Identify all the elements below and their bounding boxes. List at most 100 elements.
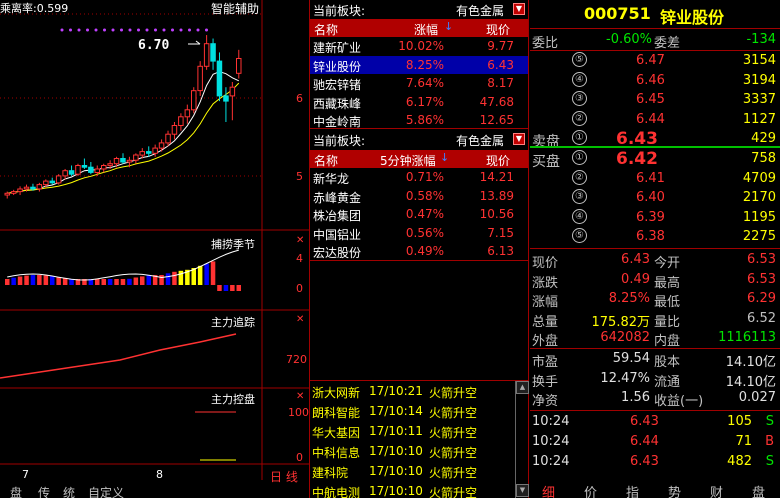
- news-row[interactable]: 华大基因 17/10:11 火箭升空: [310, 421, 515, 441]
- news-row[interactable]: 中科信息 17/10:10 火箭升空: [310, 441, 515, 461]
- tab-price[interactable]: 价: [584, 482, 597, 498]
- news-row[interactable]: 建科院 17/10:10 火箭升空: [310, 461, 515, 481]
- sector2-header: 当前板块: 有色金属 ▼: [310, 130, 528, 148]
- season-bar: [107, 279, 113, 285]
- orderbook-row[interactable]: ④ 6.46 3194: [530, 71, 780, 91]
- candle-body: [94, 168, 100, 173]
- quote-stat-row: 涨跌 0.49 最高 6.53: [530, 270, 780, 291]
- orderbook-row[interactable]: ⑤ 6.47 3154: [530, 51, 780, 71]
- news-row[interactable]: 中航电测 17/10:10 火箭升空: [310, 481, 515, 498]
- stock-list-row[interactable]: 中金岭南 5.86% 12.65: [310, 111, 528, 129]
- signal-dot: [188, 28, 191, 32]
- news-scrollbar[interactable]: ▲ ▼: [515, 381, 529, 498]
- tab-detail[interactable]: 细: [542, 482, 555, 498]
- x-tick: 7: [22, 468, 29, 481]
- close-icon[interactable]: ✕: [296, 391, 304, 402]
- signal-dot: [196, 28, 200, 32]
- level-icon: ②: [572, 110, 587, 126]
- assist-label[interactable]: 智能辅助: [211, 0, 259, 17]
- news-tag: 火箭升空: [429, 406, 478, 420]
- stat-label: 最高: [654, 275, 681, 291]
- stock-list-row[interactable]: 新华龙 0.71% 14.21: [310, 168, 528, 186]
- level-icon: ⑤: [572, 228, 587, 243]
- level-icon: ⑤: [572, 52, 587, 67]
- row-name: 驰宏锌锗: [313, 78, 362, 92]
- news-row[interactable]: 浙大网新 17/10:21 火箭升空: [310, 381, 515, 401]
- tab-tong[interactable]: 统: [63, 484, 75, 498]
- orderbook-row[interactable]: 买盘 ① 6.42 758: [530, 149, 780, 170]
- right-bottom-tabs: 细 价 指 势 财 盘: [530, 480, 780, 498]
- row-chg: 8.25%: [405, 57, 444, 72]
- tab-trend[interactable]: 势: [668, 482, 681, 498]
- stat-label: 现价: [532, 256, 559, 271]
- tab-pan[interactable]: 盘: [10, 484, 22, 498]
- col-price[interactable]: 现价: [486, 152, 510, 169]
- col-price[interactable]: 现价: [486, 21, 510, 38]
- stock-list-row[interactable]: 宏达股份 0.49% 6.13: [310, 242, 528, 260]
- scroll-down-icon[interactable]: ▼: [516, 484, 529, 497]
- stat-value: 6.52: [747, 310, 776, 326]
- orderbook-row[interactable]: ③ 6.45 3337: [530, 90, 780, 110]
- weibi-value: -0.60%: [606, 32, 652, 47]
- kline-chart[interactable]: [0, 0, 310, 498]
- orderbook-row[interactable]: ③ 6.40 2170: [530, 188, 780, 208]
- sector1-select[interactable]: 有色金属: [456, 2, 504, 19]
- col-name[interactable]: 名称: [314, 152, 338, 169]
- panel2-tick: 4: [296, 252, 303, 265]
- col-name[interactable]: 名称: [314, 21, 338, 38]
- stock-list-row[interactable]: 株冶集团 0.47% 10.56: [310, 205, 528, 223]
- stock-list-row[interactable]: 锌业股份 8.25% 6.43: [310, 55, 528, 74]
- quote-stat-row: 现价 6.43 今开 6.53: [530, 250, 780, 271]
- orderbook-row[interactable]: ② 6.41 4709: [530, 169, 780, 189]
- col-chg[interactable]: 5分钟涨幅: [380, 152, 436, 169]
- stat-value: 642082: [600, 330, 650, 345]
- stock-list-row[interactable]: 驰宏锌锗 7.64% 8.17: [310, 74, 528, 92]
- fund-stat-row: 市盈 59.54 股本 14.10亿: [530, 349, 780, 370]
- row-name: 建新矿业: [313, 41, 362, 55]
- stock-list-row[interactable]: 建新矿业 10.02% 9.77: [310, 37, 528, 55]
- tab-custom[interactable]: 自定义: [88, 484, 124, 498]
- chevron-down-icon[interactable]: ▼: [513, 3, 525, 15]
- tab-finance[interactable]: 财: [710, 482, 723, 498]
- row-price: 13.89: [479, 188, 514, 203]
- signal-dot: [94, 28, 98, 32]
- close-icon[interactable]: ✕: [296, 314, 304, 325]
- scroll-up-icon[interactable]: ▲: [516, 381, 529, 394]
- stat-label: 市盈: [532, 355, 559, 370]
- row-price: 8.17: [487, 76, 514, 90]
- tab-index[interactable]: 指: [626, 482, 639, 498]
- orderbook-row[interactable]: ② 6.44 1127: [530, 110, 780, 130]
- period-label[interactable]: 日 线: [270, 468, 298, 485]
- orderbook-row[interactable]: ⑤ 6.38 2275: [530, 227, 780, 247]
- season-bar: [146, 275, 151, 285]
- level-icon: ③: [572, 189, 587, 204]
- weicha-label: 委差: [654, 36, 681, 51]
- stock-list-row[interactable]: 中国铝业 0.56% 7.15: [310, 224, 528, 242]
- stat-label: 涨跌: [532, 275, 559, 291]
- col-chg[interactable]: 涨幅: [414, 21, 438, 38]
- close-icon[interactable]: ✕: [296, 235, 304, 246]
- candle-body: [171, 125, 178, 135]
- tab-pan-r[interactable]: 盘: [752, 482, 765, 498]
- season-bar: [62, 278, 68, 285]
- news-time: 17/10:14: [369, 404, 423, 418]
- left-bottom-tabs: 盘 传 统 自定义: [0, 484, 310, 498]
- quote-stat-row: 总量 175.82万 量比 6.52: [530, 309, 780, 330]
- stat-value: 8.25%: [608, 291, 650, 306]
- candle-body: [36, 184, 43, 190]
- stock-list-row[interactable]: 西藏珠峰 6.17% 47.68: [310, 93, 528, 111]
- tab-chuan[interactable]: 传: [38, 484, 50, 498]
- stock-list-row[interactable]: 赤峰黄金 0.58% 13.89: [310, 187, 528, 205]
- row-price: 9.77: [487, 39, 514, 53]
- season-bar: [159, 275, 164, 285]
- sector2-select[interactable]: 有色金属: [456, 132, 504, 149]
- chevron-down-icon[interactable]: ▼: [513, 133, 525, 145]
- level-icon: ③: [572, 91, 587, 106]
- news-row[interactable]: 朗科智能 17/10:14 火箭升空: [310, 401, 515, 421]
- stat-label: 流通: [654, 374, 681, 390]
- season-bar: [127, 278, 132, 285]
- x-tick: 8: [156, 468, 163, 481]
- stat-label: 净资: [532, 394, 559, 409]
- orderbook-row[interactable]: ④ 6.39 1195: [530, 208, 780, 228]
- candle-body: [165, 133, 171, 144]
